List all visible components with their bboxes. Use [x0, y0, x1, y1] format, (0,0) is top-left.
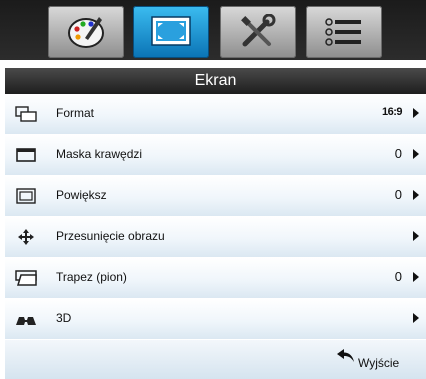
- edge-mask-icon: [16, 148, 36, 162]
- menu-item-label: Format: [56, 106, 95, 120]
- menu-item-edge-mask[interactable]: Maska krawędzi 0: [5, 135, 426, 176]
- list-icon: [325, 18, 361, 46]
- menu-item-value: 16:9: [381, 106, 403, 118]
- format-icon: [15, 106, 37, 122]
- menu-item-image-shift[interactable]: Przesunięcie obrazu: [5, 217, 426, 258]
- tab-settings[interactable]: [220, 6, 296, 58]
- menu-item-label: Maska krawędzi: [56, 147, 143, 161]
- tools-icon: [241, 14, 276, 47]
- arrow-right-icon[interactable]: [413, 190, 419, 200]
- palette-icon: [68, 17, 104, 48]
- menu-item-value: 0: [394, 146, 402, 161]
- menu-item-zoom[interactable]: Powiększ 0: [5, 176, 426, 217]
- return-arrow-icon[interactable]: [337, 349, 355, 363]
- menu-item-label: 3D: [56, 311, 72, 325]
- menu-list: Format 16:9 Maska krawędzi 0 Powiększ 0 …: [5, 94, 426, 340]
- menu-item-label: Powiększ: [56, 188, 107, 202]
- arrow-right-icon[interactable]: [413, 108, 419, 118]
- menu-item-value: 0: [394, 187, 402, 202]
- top-tab-bar: [0, 0, 426, 60]
- menu-item-label: Trapez (pion): [56, 270, 127, 284]
- 3d-glasses-icon: [16, 317, 36, 325]
- arrow-right-icon[interactable]: [413, 313, 419, 323]
- menu-item-label: Przesunięcie obrazu: [56, 229, 165, 243]
- keystone-icon: [15, 270, 37, 286]
- menu-item-keystone[interactable]: Trapez (pion) 0: [5, 258, 426, 299]
- zoom-icon: [16, 188, 36, 204]
- menu-item-3d[interactable]: 3D: [5, 299, 426, 340]
- tab-options[interactable]: [306, 6, 382, 58]
- image-shift-icon: [18, 229, 34, 245]
- screen-icon: [151, 16, 191, 46]
- menu-title: Ekran: [5, 68, 426, 94]
- arrow-right-icon[interactable]: [413, 272, 419, 282]
- arrow-right-icon[interactable]: [413, 149, 419, 159]
- exit-button[interactable]: Wyjście: [358, 356, 399, 370]
- tab-screen[interactable]: [133, 6, 209, 58]
- footer: Wyjście: [5, 340, 426, 379]
- menu-item-format[interactable]: Format 16:9: [5, 94, 426, 135]
- tab-image-settings[interactable]: [48, 6, 124, 58]
- arrow-right-icon[interactable]: [413, 231, 419, 241]
- separator: [0, 60, 426, 68]
- menu-item-value: 0: [394, 269, 402, 284]
